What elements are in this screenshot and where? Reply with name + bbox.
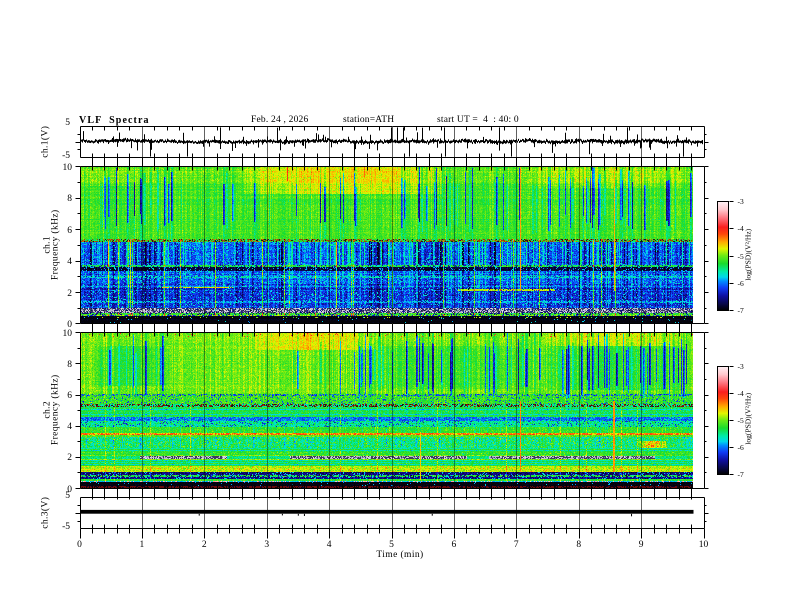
colorbar2-label: log(PSD)(V²/Hz) [743,392,753,445]
ch3-ytick: -5 [62,522,70,533]
x-tick-label: 8 [576,540,582,551]
colorbar1-tick: -5 [737,251,744,261]
colorbar1-tick: -4 [737,224,744,234]
ch3-ytick: 5 [65,490,70,501]
colorbar1-tick: -3 [737,197,744,206]
x-tick-label: 7 [513,540,519,551]
ch2-spec-ytick: 8 [67,360,72,371]
x-tick-label: 0 [77,540,82,551]
ch1-spec-ytick: 6 [67,225,72,236]
ch1-wave-ytick: 5 [65,118,70,128]
colorbar1-tick: -7 [737,306,744,315]
ch2-spec-ytick: 6 [67,391,72,402]
x-tick-label: 1 [139,540,145,551]
ch1-spec-ytick: 10 [62,163,73,173]
x-tick-label: 6 [451,540,457,551]
colorbar1-label: log(PSD)(V²/Hz) [743,228,753,281]
ch1-spec-ytick: 2 [67,288,72,299]
x-tick-label: 2 [201,540,207,551]
colorbar2-tick: -4 [737,389,744,398]
x-tick-label: 4 [326,540,332,551]
colorbar2-tick: -7 [737,470,744,479]
ch1-wave-ytick: -5 [62,150,70,161]
colorbar1-tick: -6 [737,278,744,288]
x-tick-label: 9 [638,540,644,551]
ch1-spec-ytick: 8 [67,194,72,205]
colorbar2-tick: -3 [737,362,744,371]
colorbar2-tick: -5 [737,416,744,425]
vlf-spectra-figure: VLF Spectra Feb. 24 , 2026 station=ATH s… [0,0,792,612]
ch2-spec-ytick: 10 [62,328,73,339]
ch2-spec-ytick: 2 [67,453,72,464]
x-axis-label: Time (min) [376,549,424,560]
colorbar2-tick: -6 [737,443,744,452]
x-tick-label: 5 [389,540,394,551]
ch1-spec-ytick: 4 [67,257,72,268]
x-tick-label: 3 [264,540,270,551]
ch2-spec-ytick: 4 [67,422,72,433]
x-tick-label: 10 [698,540,709,551]
axes-layer [0,0,792,612]
